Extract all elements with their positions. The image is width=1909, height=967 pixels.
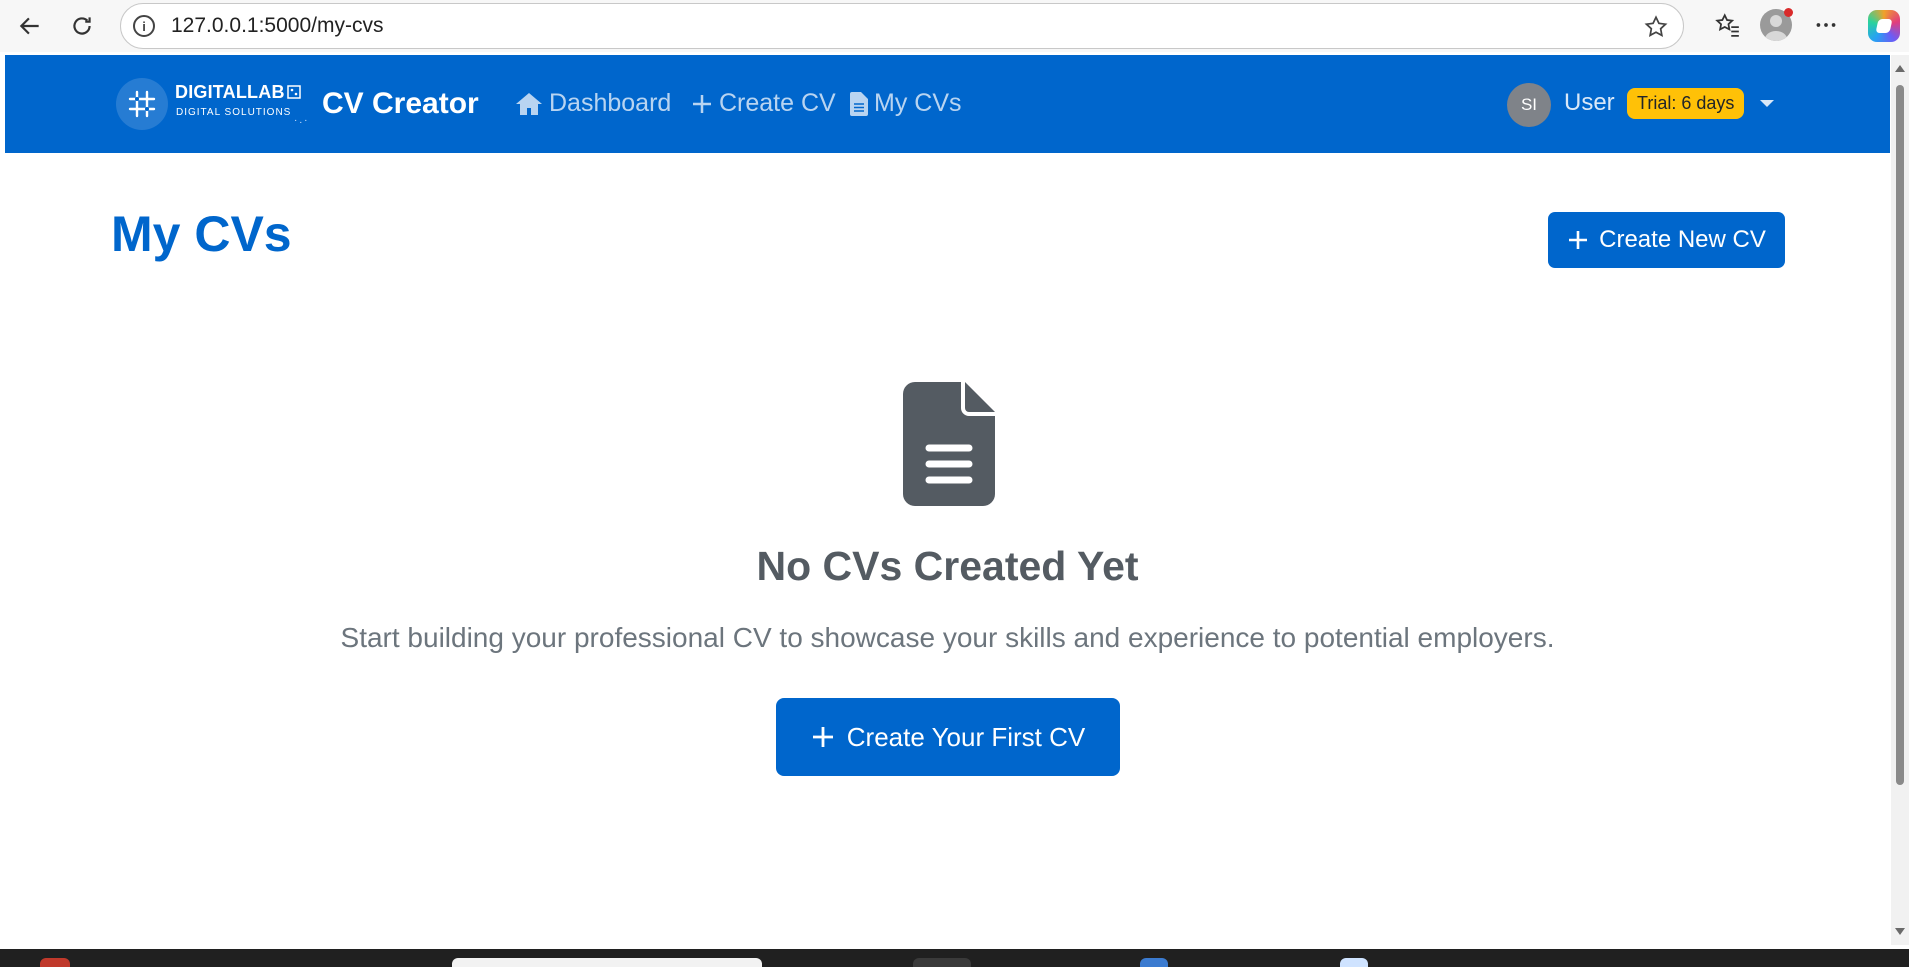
page-title: My CVs xyxy=(111,206,292,262)
notification-dot xyxy=(1784,8,1793,17)
brand-square-icon xyxy=(287,85,301,99)
scroll-thumb[interactable] xyxy=(1896,85,1904,785)
hashtag-logo-icon xyxy=(128,90,156,118)
taskbar-search-box[interactable] xyxy=(452,958,762,967)
app-navbar: DIGITALLAB DIGITAL SOLUTIONS ·.· CV Crea… xyxy=(5,55,1890,153)
brand-dots-decoration: ·.· xyxy=(294,115,310,126)
taskbar-app-icon[interactable] xyxy=(1340,958,1368,967)
back-button[interactable] xyxy=(12,8,48,44)
taskbar-app-icon[interactable] xyxy=(1140,958,1168,967)
copilot-icon[interactable] xyxy=(1868,10,1900,42)
create-new-cv-button[interactable]: Create New CV xyxy=(1548,212,1785,268)
create-new-cv-label: Create New CV xyxy=(1599,226,1766,253)
brand-logo[interactable] xyxy=(116,78,168,130)
brand-tagline: DIGITAL SOLUTIONS xyxy=(176,107,292,118)
user-avatar[interactable]: SI xyxy=(1507,83,1551,127)
user-name[interactable]: User xyxy=(1564,89,1615,117)
home-icon xyxy=(516,92,542,115)
document-icon xyxy=(903,382,995,506)
favorites-icon[interactable] xyxy=(1713,10,1743,40)
back-arrow-icon xyxy=(19,17,39,35)
create-first-cv-button[interactable]: Create Your First CV xyxy=(776,698,1120,776)
nav-link-my-cvs[interactable]: My CVs xyxy=(850,89,962,118)
app-title[interactable]: CV Creator xyxy=(322,87,479,121)
plus-icon xyxy=(1569,231,1588,249)
nav-link-label: My CVs xyxy=(874,89,962,117)
nav-link-create-cv[interactable]: Create CV xyxy=(691,89,836,118)
nav-link-label: Dashboard xyxy=(549,89,672,117)
nav-link-label: Create CV xyxy=(719,89,836,117)
site-info-icon[interactable]: i xyxy=(133,15,155,37)
empty-state-title: No CVs Created Yet xyxy=(756,543,1139,589)
user-dropdown-caret-icon[interactable] xyxy=(1760,100,1774,107)
trial-badge: Trial: 6 days xyxy=(1627,88,1745,119)
favorite-star-icon[interactable] xyxy=(1643,14,1669,40)
reload-button[interactable] xyxy=(64,8,100,44)
empty-state-message: Start building your professional CV to s… xyxy=(340,622,1555,653)
browser-toolbar: i 127.0.0.1:5000/my-cvs xyxy=(0,0,1909,52)
address-bar[interactable]: i 127.0.0.1:5000/my-cvs xyxy=(120,3,1684,49)
taskbar-app-icon[interactable] xyxy=(40,958,70,967)
scroll-down-arrow-icon[interactable] xyxy=(1895,928,1905,935)
page-viewport: DIGITALLAB DIGITAL SOLUTIONS ·.· CV Crea… xyxy=(5,55,1890,945)
reload-icon xyxy=(73,17,91,35)
nav-link-dashboard[interactable]: Dashboard xyxy=(515,89,671,118)
more-options-icon[interactable] xyxy=(1811,10,1841,40)
brand-name: DIGITALLAB xyxy=(175,82,285,102)
plus-icon xyxy=(693,94,711,113)
file-icon xyxy=(850,91,868,116)
create-first-cv-label: Create Your First CV xyxy=(846,721,1086,752)
taskbar-app-icon[interactable] xyxy=(913,958,971,967)
scroll-up-arrow-icon[interactable] xyxy=(1895,65,1905,72)
address-url[interactable]: 127.0.0.1:5000/my-cvs xyxy=(171,14,383,38)
page-scrollbar[interactable] xyxy=(1891,55,1909,945)
plus-icon xyxy=(812,727,833,747)
